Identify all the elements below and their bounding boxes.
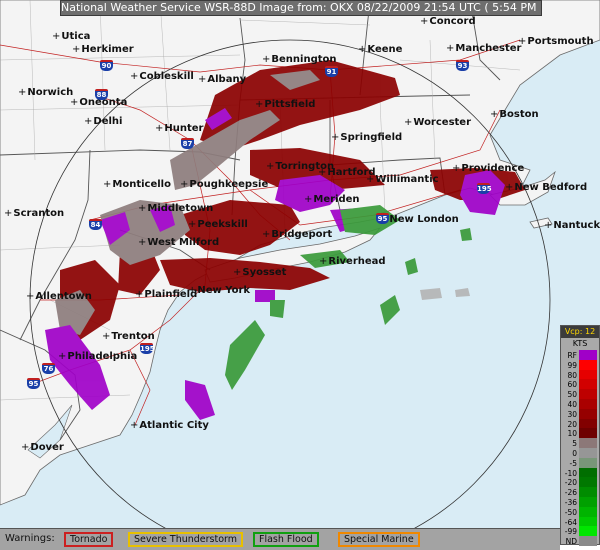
city-label: Cobleskill xyxy=(130,72,193,82)
interstate-shield-icon: 91 xyxy=(325,66,338,77)
city-label: Albany xyxy=(198,75,246,85)
city-label: Manchester xyxy=(446,44,521,54)
legend-color-swatch xyxy=(579,418,597,429)
city-label: Pittsfield xyxy=(255,100,315,110)
legend-color-swatch xyxy=(579,506,597,517)
legend-color-swatch xyxy=(579,536,597,547)
city-label: Riverhead xyxy=(319,257,385,267)
city-label: Atlantic City xyxy=(130,421,209,431)
warning-flash-flood[interactable]: Flash Flood xyxy=(253,532,319,547)
interstate-shield-icon: 88 xyxy=(95,89,108,100)
legend-color-swatch xyxy=(579,369,597,380)
warnings-label: Warnings: xyxy=(5,533,55,544)
city-label: Scranton xyxy=(4,209,64,219)
radar-map xyxy=(0,0,600,528)
city-label: Norwich xyxy=(18,88,73,98)
legend-color-swatch xyxy=(579,448,597,458)
interstate-shield-icon: 76 xyxy=(42,363,55,374)
interstate-shield-icon: 95 xyxy=(376,213,389,224)
interstate-shield-icon: 84 xyxy=(89,219,102,230)
city-label: Peekskill xyxy=(188,220,247,230)
city-label: Springfield xyxy=(331,133,402,143)
legend-color-swatch xyxy=(579,379,597,390)
city-label: Herkimer xyxy=(72,45,133,55)
city-label: Concord xyxy=(420,17,475,27)
radar-title: National Weather Service WSR-88D Image f… xyxy=(60,0,542,16)
legend-color-swatch xyxy=(579,350,597,360)
city-label: Meriden xyxy=(304,195,359,205)
warning-special-marine[interactable]: Special Marine xyxy=(338,532,420,547)
interstate-shield-icon: 195 xyxy=(140,343,155,354)
city-label: Syosset xyxy=(233,268,286,278)
city-label: Dover xyxy=(21,443,63,453)
legend-color-swatch xyxy=(579,497,597,507)
city-label: Allentown xyxy=(26,292,92,302)
legend-color-swatch xyxy=(579,477,597,488)
velocity-legend: Vcp: 12 KTS RF 99 80 60 50 40 30 20 10 5 0 -5 -10 -20… xyxy=(560,325,600,547)
legend-color-swatch xyxy=(579,399,597,409)
city-label: Middletown xyxy=(138,204,213,214)
city-label: Hunter xyxy=(155,124,203,134)
city-label: Willimantic xyxy=(366,175,438,185)
city-label: Plainfield xyxy=(135,290,197,300)
legend-units: KTS xyxy=(572,339,588,348)
warning-severe-thunderstorm[interactable]: Severe Thunderstorm xyxy=(128,532,244,547)
legend-color-swatch xyxy=(579,408,597,419)
city-label: Trenton xyxy=(102,332,154,342)
city-label: Delhi xyxy=(84,117,122,127)
city-label: Utica xyxy=(52,32,90,42)
legend-color-swatch xyxy=(579,526,597,537)
city-label: Boston xyxy=(490,110,538,120)
legend-vcp: Vcp: 12 xyxy=(561,326,599,338)
legend-value-label: ND xyxy=(565,537,577,547)
interstate-shield-icon: 87 xyxy=(181,138,194,149)
city-label: West Milford xyxy=(138,238,219,248)
interstate-shield-icon: 95 xyxy=(27,378,40,389)
city-label: Bennington xyxy=(262,55,336,65)
city-label: Monticello xyxy=(103,180,171,190)
legend-color-swatch xyxy=(579,516,597,527)
legend-color-swatch xyxy=(579,467,597,478)
city-label: Providence xyxy=(452,164,524,174)
city-label: New Bedford xyxy=(505,183,587,193)
city-label: Bridgeport xyxy=(262,230,332,240)
legend-color-swatch xyxy=(579,389,597,400)
legend-color-swatch xyxy=(579,428,597,439)
interstate-shield-icon: 93 xyxy=(456,60,469,71)
city-label: Portsmouth xyxy=(518,37,593,47)
city-label: New York xyxy=(188,286,250,296)
legend-color-swatch xyxy=(579,438,597,449)
legend-row: ND xyxy=(561,536,599,547)
city-label: Nantucket xyxy=(544,221,600,231)
city-label: New London xyxy=(380,215,458,225)
warnings-bar: Warnings: Tornado Severe Thunderstorm Flas… xyxy=(0,528,560,550)
warning-tornado[interactable]: Tornado xyxy=(64,532,114,547)
city-label: Poughkeepsie xyxy=(180,180,268,190)
interstate-shield-icon: 90 xyxy=(100,60,113,71)
city-label: Worcester xyxy=(404,118,471,128)
radar-display: National Weather Service WSR-88D Image f… xyxy=(0,0,600,550)
legend-color-swatch xyxy=(579,457,597,468)
legend-color-swatch xyxy=(579,359,597,370)
legend-color-swatch xyxy=(579,487,597,498)
city-label: Philadelphia xyxy=(58,352,137,362)
interstate-shield-icon: 195 xyxy=(477,183,492,194)
city-label: Keene xyxy=(358,45,402,55)
